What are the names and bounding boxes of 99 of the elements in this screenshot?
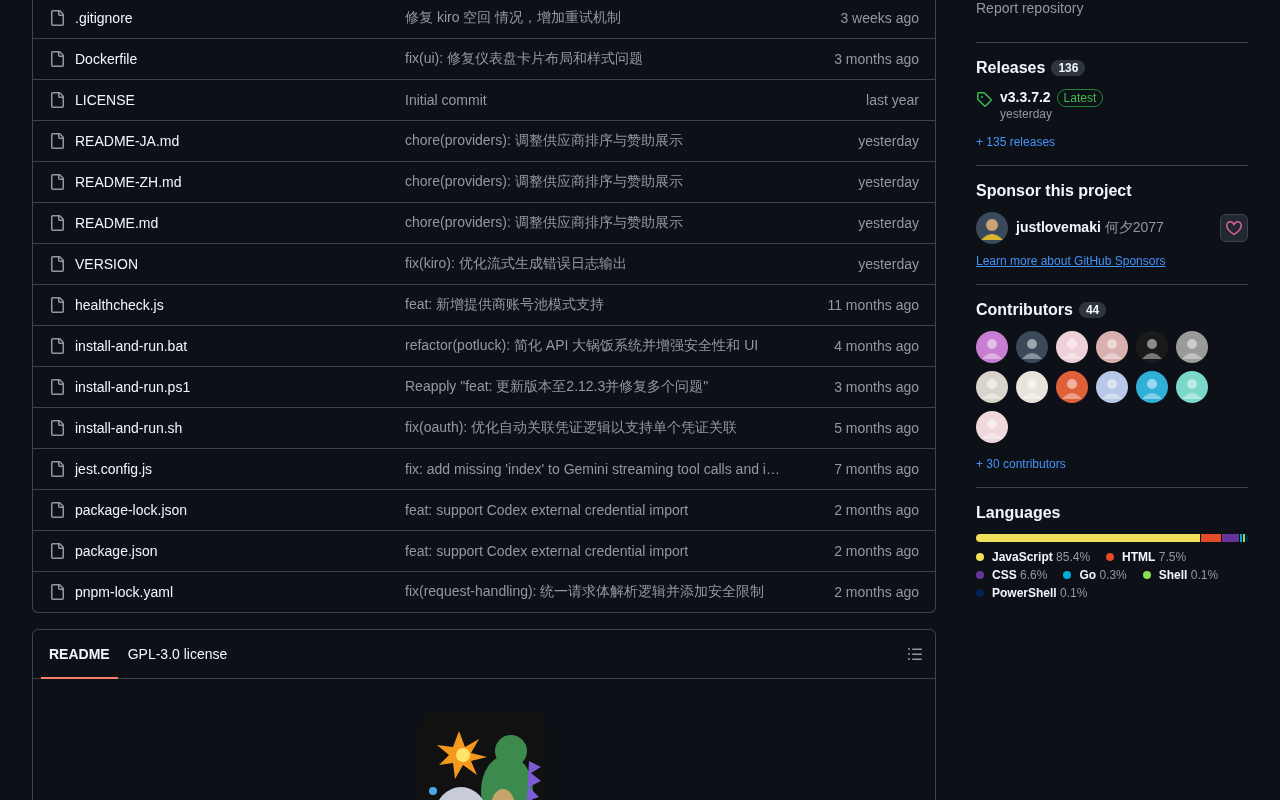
commit-time: last year (866, 92, 919, 108)
release-date: yesterday (1000, 107, 1054, 121)
language-entry[interactable]: Go 0.3% (1079, 568, 1127, 582)
list-icon (907, 646, 923, 662)
commit-time: yesterday (858, 256, 919, 272)
file-icon (49, 338, 65, 354)
commit-message[interactable]: feat: 新增提供商账号池模式支持 (405, 296, 818, 314)
file-icon (49, 9, 65, 26)
avatar[interactable] (976, 331, 1008, 363)
commit-time: 2 months ago (834, 502, 919, 518)
commit-time: 3 weeks ago (840, 9, 919, 26)
commit-message[interactable]: feat: support Codex external credential import (405, 543, 825, 559)
commit-message[interactable]: 修复 kiro 空回 情况，增加重试机制 (405, 8, 831, 27)
release-version[interactable]: v3.3.7.2 (1000, 89, 1051, 105)
commit-time: 4 months ago (834, 338, 919, 354)
commit-message[interactable]: chore(providers): 调整供应商排序与赞助展示 (405, 214, 849, 232)
file-icon (49, 92, 65, 108)
avatar[interactable] (1136, 331, 1168, 363)
avatar[interactable] (1096, 371, 1128, 403)
file-icon (49, 51, 65, 67)
file-name[interactable]: install-and-run.sh (75, 420, 395, 436)
avatar[interactable] (976, 411, 1008, 443)
avatar[interactable] (976, 212, 1008, 244)
tag-icon (976, 91, 992, 107)
commit-message[interactable]: fix(ui): 修复仪表盘卡片布局和样式问题 (405, 50, 825, 68)
language-entry[interactable]: JavaScript 85.4% (992, 550, 1091, 564)
file-name[interactable]: VERSION (75, 256, 395, 272)
commit-message[interactable]: chore(providers): 调整供应商排序与赞助展示 (405, 132, 849, 150)
avatar[interactable] (1056, 371, 1088, 403)
commit-message[interactable]: Initial commit (405, 92, 857, 108)
commit-message[interactable]: fix: add missing 'index' to Gemini streaming tool calls and i… (405, 461, 825, 477)
language-entry[interactable]: PowerShell 0.1% (992, 586, 1088, 600)
file-name[interactable]: healthcheck.js (75, 297, 395, 313)
avatar[interactable] (1056, 331, 1088, 363)
file-icon (49, 174, 65, 190)
avatar[interactable] (1176, 371, 1208, 403)
section-title: Contributors (976, 301, 1073, 319)
file-name[interactable]: install-and-run.ps1 (75, 379, 395, 395)
language-entry[interactable]: CSS 6.6% (992, 568, 1048, 582)
commit-message[interactable]: fix(oauth): 优化自动关联凭证逻辑以支持单个凭证关联 (405, 419, 825, 437)
sponsor-button[interactable] (1220, 214, 1248, 242)
commit-time: 3 months ago (834, 51, 919, 67)
commit-message[interactable]: chore(providers): 调整供应商排序与赞助展示 (405, 173, 849, 191)
count-badge: 44 (1078, 302, 1107, 318)
section-title: Sponsor this project (976, 182, 1132, 200)
heart-icon (1226, 220, 1242, 236)
section-title: Releases (976, 59, 1046, 77)
file-icon (49, 256, 65, 272)
contributors-link[interactable]: + 30 contributors (976, 457, 1066, 471)
file-icon (49, 379, 65, 395)
file-name[interactable]: README-JA.md (75, 133, 395, 149)
readme-tab[interactable]: GPL-3.0 license (119, 630, 236, 679)
language-entry[interactable]: Shell 0.1% (1158, 568, 1219, 582)
avatar[interactable] (1016, 331, 1048, 363)
file-name[interactable]: package-lock.json (75, 502, 395, 518)
avatar[interactable] (1096, 331, 1128, 363)
file-icon (49, 584, 65, 600)
file-name[interactable]: .gitignore (75, 9, 395, 26)
section-title: Languages (976, 504, 1061, 522)
sponsors-link[interactable]: Learn more about GitHub Sponsors (976, 254, 1166, 268)
file-name[interactable]: jest.config.js (75, 461, 395, 477)
avatar[interactable] (976, 371, 1008, 403)
commit-message[interactable]: Reapply "feat: 更新版本至2.12.3并修复多个问题" (405, 378, 825, 396)
commit-message[interactable]: fix(kiro): 优化流式生成错误日志输出 (405, 255, 849, 273)
commit-time: 5 months ago (834, 420, 919, 436)
file-name[interactable]: pnpm-lock.yaml (75, 584, 395, 600)
file-name[interactable]: README-ZH.md (75, 174, 395, 190)
commit-message[interactable]: feat: support Codex external credential import (405, 502, 825, 518)
file-name[interactable]: package.json (75, 543, 395, 559)
file-name[interactable]: LICENSE (75, 92, 395, 108)
file-name[interactable]: install-and-run.bat (75, 338, 395, 354)
file-icon (49, 297, 65, 313)
readme-tab[interactable]: README (41, 630, 118, 679)
commit-time: yesterday (858, 215, 919, 231)
commit-time: 11 months ago (827, 297, 919, 313)
file-icon (49, 420, 65, 436)
file-icon (49, 502, 65, 518)
file-name[interactable]: Dockerfile (75, 51, 395, 67)
sponsor-name[interactable]: justlovemaki 何夕2077 (1016, 219, 1164, 237)
commit-message[interactable]: fix(request-handling): 统一请求体解析逻辑并添加安全限制 (405, 583, 825, 601)
file-name[interactable]: README.md (75, 215, 395, 231)
commit-time: 2 months ago (834, 584, 919, 600)
file-icon (49, 461, 65, 477)
commit-time: yesterday (858, 133, 919, 149)
file-icon (49, 215, 65, 231)
avatar[interactable] (1016, 371, 1048, 403)
releases-link[interactable]: + 135 releases (976, 135, 1056, 149)
count-badge: 136 (1051, 60, 1086, 76)
commit-time: 2 months ago (834, 543, 919, 559)
language-entry[interactable]: HTML 7.5% (1122, 550, 1187, 564)
avatar[interactable] (1176, 331, 1208, 363)
commit-time: 7 months ago (834, 461, 919, 477)
report-link[interactable]: Report repository (976, 0, 1248, 26)
commit-time: 3 months ago (834, 379, 919, 395)
avatar[interactable] (1136, 371, 1168, 403)
commit-time: yesterday (858, 174, 919, 190)
file-icon (49, 543, 65, 559)
commit-message[interactable]: refactor(potluck): 简化 API 大锅饭系统并增强安全性和 UI (405, 337, 825, 355)
file-icon (49, 133, 65, 149)
